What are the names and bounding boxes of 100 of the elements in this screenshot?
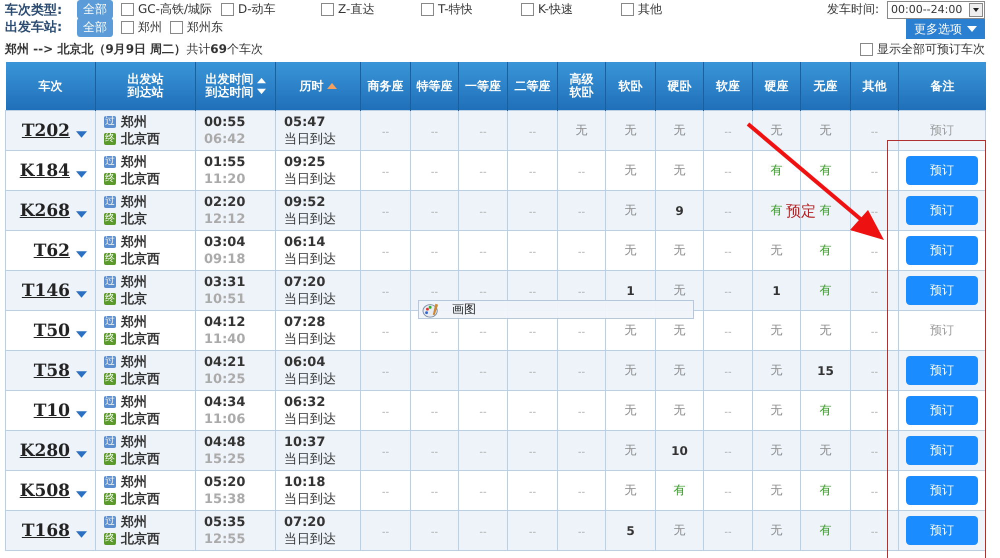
seat-availability: --	[479, 166, 487, 178]
station-tag: 终	[104, 333, 116, 345]
checkbox[interactable]	[421, 3, 434, 16]
seat-availability: --	[724, 326, 732, 338]
caret-icon[interactable]	[76, 411, 87, 418]
seat-availability: --	[528, 526, 536, 538]
checkbox[interactable]	[521, 3, 534, 16]
checkbox[interactable]	[221, 3, 234, 16]
seat-availability: 无	[770, 123, 782, 137]
station-tag: 过	[104, 236, 116, 248]
seat-availability: --	[528, 366, 536, 378]
seat-availability: --	[382, 246, 390, 258]
checkbox-label: 显示全部可预订车次	[877, 41, 985, 58]
seat-availability: 无	[674, 163, 686, 177]
seat-availability: 无	[770, 443, 782, 457]
station-name: 北京西	[121, 370, 160, 388]
more-options-button[interactable]: 更多选项	[906, 19, 985, 39]
checkbox[interactable]	[621, 3, 634, 16]
caret-icon[interactable]	[76, 531, 87, 538]
station-name: 郑州	[121, 234, 147, 250]
popup-label: 画图	[452, 301, 476, 318]
arrival-time: 12:55	[204, 530, 246, 548]
seat-availability: --	[528, 286, 536, 298]
column-header[interactable]: 历时	[276, 62, 360, 110]
seat-availability: 10	[671, 444, 688, 458]
duration: 10:18	[284, 474, 326, 490]
station-name: 北京西	[121, 170, 160, 188]
book-button[interactable]: 预订	[906, 396, 978, 425]
station-tag: 过	[104, 356, 116, 368]
checkbox[interactable]	[121, 3, 134, 16]
seat-availability: --	[724, 246, 732, 258]
book-button[interactable]: 预订	[906, 436, 978, 465]
seat-availability: --	[430, 286, 438, 298]
arrival-time: 15:25	[204, 450, 246, 468]
caret-icon[interactable]	[76, 371, 87, 378]
station-tag: 过	[104, 316, 116, 328]
paint-popup[interactable]: 画图	[418, 300, 694, 319]
seat-availability: --	[870, 326, 878, 338]
book-button[interactable]: 预订	[906, 196, 978, 225]
station-tag: 终	[104, 173, 116, 185]
seat-availability: 无	[624, 243, 636, 257]
book-button[interactable]: 预订	[906, 476, 978, 505]
duration: 07:20	[284, 514, 326, 530]
departure-time: 05:20	[204, 474, 246, 490]
seat-availability: --	[382, 206, 390, 218]
seat-availability: 无	[674, 123, 686, 137]
seat-availability: --	[578, 206, 586, 218]
checkbox[interactable]	[121, 20, 134, 34]
arrival-time: 10:25	[204, 370, 246, 388]
seat-availability: --	[870, 286, 878, 298]
caret-icon[interactable]	[76, 131, 87, 138]
book-button[interactable]: 预订	[906, 356, 978, 385]
book-button[interactable]: 预订	[906, 516, 978, 545]
station-tag: 终	[104, 253, 116, 265]
arrival-time: 10:51	[204, 290, 246, 308]
time-select[interactable]: 00:00--24:00	[887, 0, 985, 18]
seat-availability: --	[430, 126, 438, 138]
seat-availability: 无	[820, 123, 832, 137]
caret-icon[interactable]	[76, 491, 87, 498]
column-header: 软座	[704, 62, 752, 110]
seat-availability: 有	[820, 163, 832, 177]
arrival-day: 当日到达	[284, 490, 360, 508]
column-header: 出发站 到达站	[96, 62, 196, 110]
all-toggle[interactable]: 全部	[77, 0, 113, 19]
seat-availability: --	[430, 366, 438, 378]
caret-icon[interactable]	[76, 331, 87, 338]
all-toggle[interactable]: 全部	[77, 18, 113, 36]
seat-availability: --	[528, 406, 536, 418]
book-button[interactable]: 预订	[906, 156, 978, 185]
station-name: 郑州	[121, 154, 147, 170]
seat-availability: 无	[624, 403, 636, 417]
duration: 07:20	[284, 274, 326, 290]
duration: 09:52	[284, 194, 326, 210]
seat-availability: 有	[820, 483, 832, 497]
checkbox[interactable]	[860, 43, 873, 56]
arrival-day: 当日到达	[284, 410, 360, 428]
caret-icon[interactable]	[76, 291, 87, 298]
seat-availability: 无	[624, 163, 636, 177]
seat-availability: --	[430, 246, 438, 258]
checkbox[interactable]	[321, 3, 334, 16]
caret-icon[interactable]	[76, 171, 87, 178]
book-button[interactable]: 预订	[906, 276, 978, 305]
seat-availability: --	[479, 326, 487, 338]
caret-icon[interactable]	[76, 451, 87, 458]
caret-icon[interactable]	[76, 211, 87, 218]
station-tag: 过	[104, 276, 116, 288]
book-button[interactable]: 预订	[906, 236, 978, 265]
seat-availability: --	[578, 166, 586, 178]
caret-icon[interactable]	[76, 251, 87, 258]
station-name: 郑州	[121, 274, 147, 290]
arrival-day: 当日到达	[284, 370, 360, 388]
seat-availability: 有	[820, 403, 832, 417]
station-tag: 终	[104, 133, 116, 145]
duration: 10:37	[284, 434, 326, 450]
departure-time: 04:12	[204, 314, 246, 330]
seat-availability: --	[724, 406, 732, 418]
column-header[interactable]: 出发时间 到达时间	[196, 62, 276, 110]
checkbox[interactable]	[170, 20, 183, 34]
seat-availability: --	[479, 206, 487, 218]
seat-availability: 无	[576, 123, 588, 137]
